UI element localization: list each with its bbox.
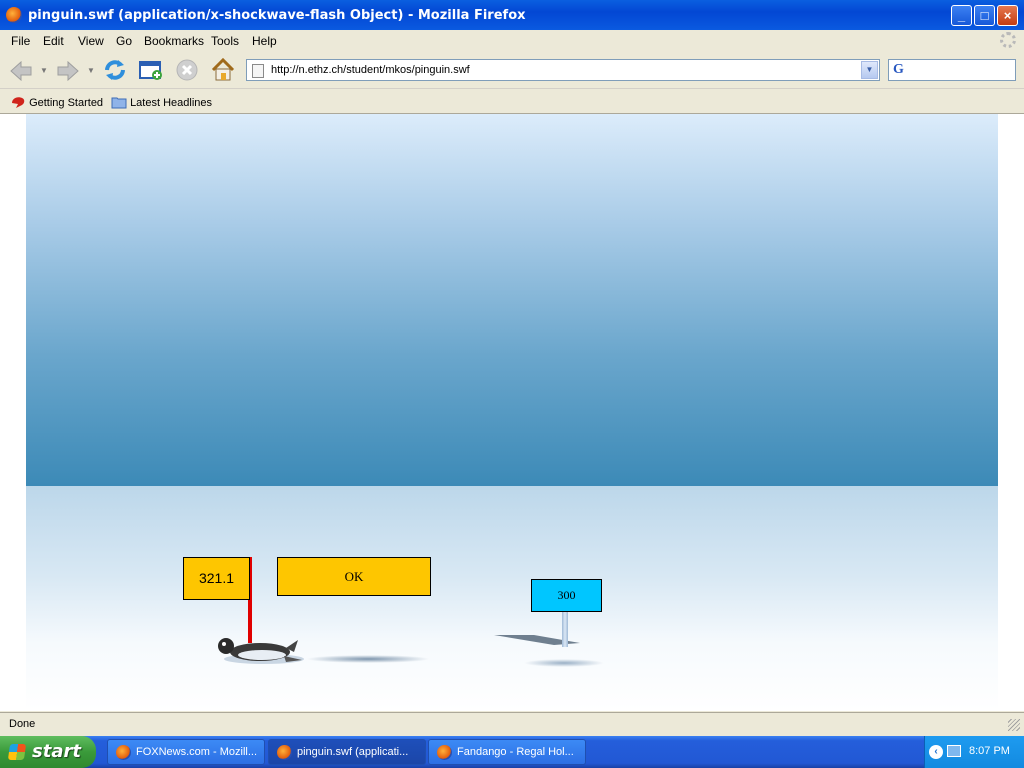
stop-button[interactable] — [174, 57, 200, 83]
taskbar-item-label: pinguin.swf (applicati... — [297, 746, 409, 758]
close-button[interactable]: × — [997, 5, 1018, 26]
bookmark-latest-headlines[interactable]: Latest Headlines — [111, 95, 212, 109]
address-dropdown-button[interactable]: ▼ — [861, 61, 878, 79]
menu-go[interactable]: Go — [116, 34, 132, 48]
back-button[interactable] — [9, 60, 33, 87]
forward-arrow-icon — [57, 60, 79, 82]
tray-expand-icon[interactable]: ‹ — [929, 745, 943, 759]
status-bar: Done — [0, 712, 1024, 735]
new-tab-icon — [139, 61, 162, 80]
bookmark-label: Latest Headlines — [130, 97, 213, 109]
distance-marker-sign: 300 — [531, 579, 602, 612]
menu-bar: File Edit View Go Bookmarks Tools Help — [0, 30, 1024, 53]
resize-grip-icon[interactable] — [1008, 719, 1020, 731]
taskbar-item-pinguin[interactable]: pinguin.swf (applicati... — [268, 739, 426, 765]
maximize-icon: □ — [980, 8, 989, 23]
start-button[interactable]: start — [0, 736, 96, 768]
forward-button[interactable] — [56, 60, 80, 87]
flash-game-area[interactable]: 300 321.1 OK — [0, 114, 1024, 711]
minimize-icon: _ — [957, 8, 966, 23]
search-box[interactable]: G — [888, 59, 1016, 81]
taskbar-item-fandango[interactable]: Fandango - Regal Hol... — [428, 739, 586, 765]
reload-icon — [105, 60, 125, 80]
stop-icon — [176, 59, 198, 81]
taskbar-item-foxnews[interactable]: FOXNews.com - Mozill... — [107, 739, 265, 765]
sky-background — [26, 114, 998, 486]
taskbar-item-label: FOXNews.com - Mozill... — [136, 746, 258, 758]
marker-ground-shadow — [524, 659, 604, 667]
address-input[interactable]: http://n.ethz.ch/student/mkos/pinguin.sw… — [271, 64, 470, 76]
home-icon — [211, 57, 235, 81]
windows-taskbar: start FOXNews.com - Mozill... pinguin.sw… — [0, 736, 1024, 768]
forward-dropdown-icon[interactable]: ▼ — [87, 66, 95, 75]
reload-button[interactable] — [102, 57, 128, 83]
penguin-icon — [218, 638, 304, 664]
menu-tools[interactable]: Tools — [211, 34, 239, 48]
firefox-icon — [116, 745, 131, 760]
start-label: start — [32, 741, 81, 762]
menu-edit[interactable]: Edit — [43, 34, 64, 48]
firefox-icon — [437, 745, 452, 760]
minimize-button[interactable]: _ — [951, 5, 972, 26]
menu-file[interactable]: File — [11, 34, 30, 48]
page-icon — [252, 64, 264, 78]
activity-throbber-icon — [1000, 32, 1016, 48]
window-title-bar[interactable]: pinguin.swf (application/x-shockwave-fla… — [0, 0, 1024, 30]
firefox-icon — [277, 745, 292, 760]
windows-logo-icon — [7, 744, 27, 760]
taskbar-item-label: Fandango - Regal Hol... — [457, 746, 574, 758]
slide-trail — [306, 655, 430, 663]
network-icon[interactable] — [947, 745, 961, 757]
menu-bookmarks[interactable]: Bookmarks — [144, 34, 204, 48]
folder-icon — [111, 97, 127, 109]
firefox-logo-icon — [6, 7, 22, 23]
marker-post — [562, 611, 568, 647]
ok-button[interactable]: OK — [277, 557, 431, 596]
distance-readout: 321.1 — [183, 557, 250, 600]
bookmarks-toolbar: Getting Started Latest Headlines — [0, 89, 1024, 114]
menu-help[interactable]: Help — [252, 34, 277, 48]
new-tab-button[interactable] — [138, 57, 164, 83]
status-text: Done — [9, 718, 36, 730]
bookmark-getting-started[interactable]: Getting Started — [10, 95, 103, 109]
back-arrow-icon — [10, 60, 32, 82]
clock[interactable]: 8:07 PM — [969, 745, 1010, 757]
system-tray: ‹ 8:07 PM — [924, 736, 1024, 768]
close-icon: × — [1003, 8, 1012, 23]
getting-started-icon — [12, 97, 25, 108]
back-dropdown-icon[interactable]: ▼ — [40, 66, 48, 75]
bookmark-label: Getting Started — [29, 97, 104, 109]
snow-field — [26, 486, 998, 711]
window-title: pinguin.swf (application/x-shockwave-fla… — [28, 8, 526, 23]
menu-view[interactable]: View — [78, 34, 104, 48]
maximize-button[interactable]: □ — [974, 5, 995, 26]
search-engine-icon[interactable]: G — [893, 62, 904, 78]
navigation-toolbar: ▼ ▼ http://n.ethz.ch/student/mkos/pingui… — [0, 52, 1024, 89]
home-button[interactable] — [210, 57, 236, 83]
address-bar[interactable]: http://n.ethz.ch/student/mkos/pinguin.sw… — [246, 59, 880, 81]
